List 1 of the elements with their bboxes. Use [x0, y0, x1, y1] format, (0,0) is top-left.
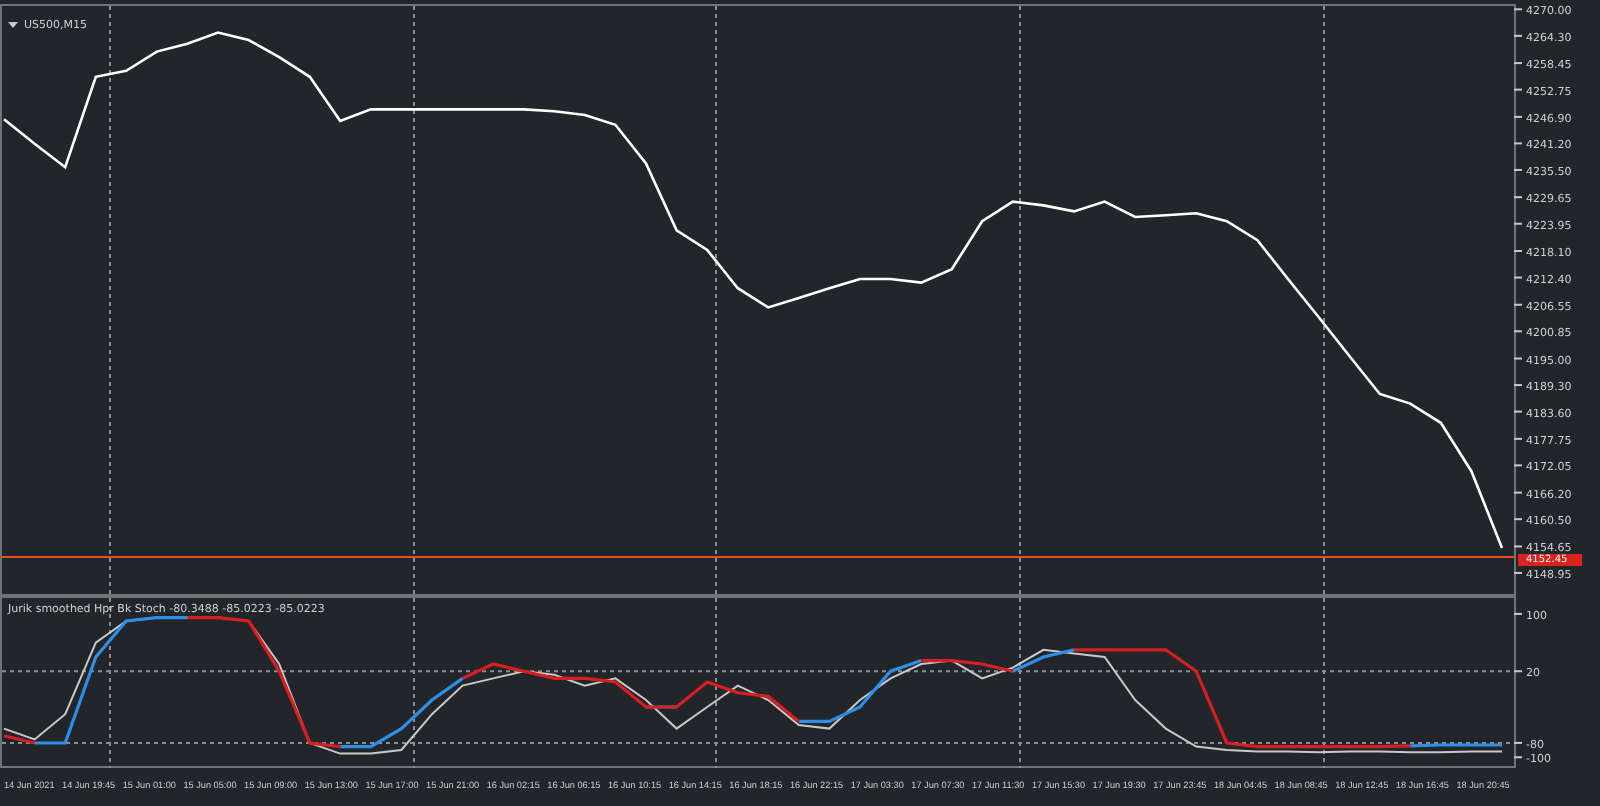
chart-menu-icon[interactable]: [8, 22, 18, 28]
